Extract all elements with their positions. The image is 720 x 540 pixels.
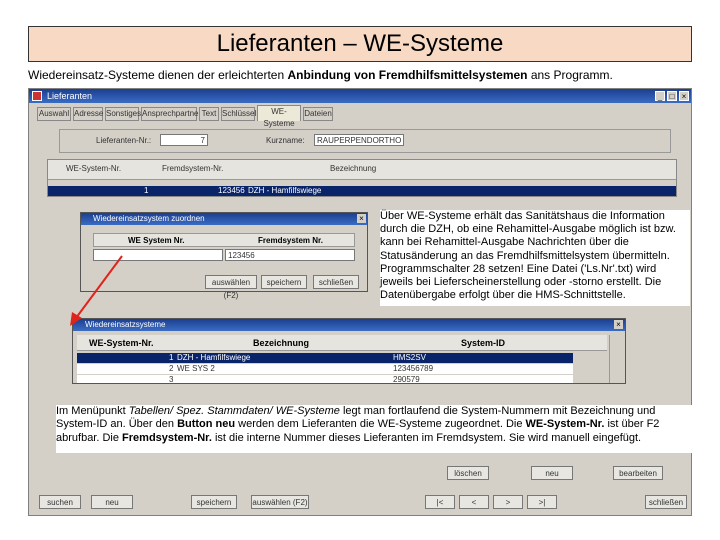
info-bottom-p3: werden dem Lieferanten die WE-Systeme zu… [235, 418, 526, 431]
pointer-arrow-icon [70, 255, 123, 326]
maximize-icon[interactable]: □ [667, 91, 677, 101]
tab-schluessel[interactable]: Schlüssel [221, 107, 256, 121]
systems-row-nr: 3 [169, 375, 174, 383]
grid-col-we-nr: WE-System-Nr. [66, 164, 122, 173]
systems-row-id: 290579 [393, 375, 420, 383]
systems-row-id: HMS2SV [393, 353, 426, 362]
grid-header: WE-System-Nr. Fremdsystem-Nr. Bezeichnun… [48, 160, 676, 180]
prev-record-button[interactable]: < [459, 495, 489, 509]
grid-cell-nr: 1 [144, 186, 149, 195]
info-bottom-text: Im Menüpunkt Tabellen/ Spez. Stammdaten/… [56, 405, 692, 453]
save-button-main[interactable]: speichern [191, 495, 237, 509]
info-bottom-menu-path: Tabellen/ Spez. Stammdaten/ WE-Systeme [128, 405, 340, 417]
grid-cell-bez: DZH - Hamfilfswiege [248, 186, 322, 195]
dialog-assign-close-icon[interactable]: × [357, 214, 366, 223]
window-title: Lieferanten [47, 91, 93, 101]
dialog-we-systems: Wiedereinsatzsysteme × WE-System-Nr. Bez… [72, 318, 626, 384]
dialog-systems-row[interactable]: 2 WE SYS 2 123456789 [77, 364, 573, 374]
first-record-button[interactable]: |< [425, 495, 455, 509]
dialog-systems-titlebar: Wiedereinsatzsysteme [73, 319, 625, 331]
systems-row-nr: 2 [169, 364, 174, 373]
dialog-systems-col-nr: WE-System-Nr. [89, 338, 154, 348]
systems-row-bez: DZH - Hamfilfswiege [177, 353, 251, 362]
minimize-icon[interactable]: _ [655, 91, 665, 101]
dialog-systems-header: WE-System-Nr. Bezeichnung System-ID [77, 335, 607, 351]
dialog-systems-col-id: System-ID [461, 338, 506, 348]
supplier-header-group: Lieferanten-Nr.: 7 Kurzname: RAUPERPENDO… [59, 129, 671, 153]
dialog-assign-fremd-field[interactable]: 123456 [225, 249, 355, 261]
grid-col-bezeichnung: Bezeichnung [330, 164, 377, 173]
tab-ansprechpartner[interactable]: Ansprechpartner [141, 107, 201, 121]
dialog-systems-scrollbar[interactable] [609, 335, 623, 383]
shortname-label: Kurzname: [266, 136, 305, 145]
we-systems-grid: WE-System-Nr. Fremdsystem-Nr. Bezeichnun… [47, 159, 677, 197]
info-bottom-p5: ist die interne Nummer dieses Lieferante… [211, 431, 642, 444]
dialog-assign-close-button[interactable]: schließen [313, 275, 359, 289]
dialog-assign-col-we: WE System Nr. [128, 236, 185, 245]
edit-button[interactable]: bearbeiten [613, 466, 663, 480]
window-titlebar: Lieferanten [29, 89, 691, 103]
grid-col-fremd-nr: Fremdsystem-Nr. [162, 164, 224, 173]
search-button[interactable]: suchen [39, 495, 81, 509]
intro-suffix: ans Programm. [527, 68, 613, 82]
intro-prefix: Wiedereinsatz-Systeme dienen der erleich… [28, 68, 288, 82]
grid-cell-fremd: 123456 [218, 186, 245, 195]
dialog-assign-save-button[interactable]: speichern [261, 275, 307, 289]
tab-dateien[interactable]: Dateien [303, 107, 333, 121]
shortname-field[interactable]: RAUPERPENDORTHO [314, 134, 404, 146]
tab-we-systeme[interactable]: WE-Systeme [257, 105, 301, 128]
tab-auswahl[interactable]: Auswahl [37, 107, 71, 121]
info-bottom-button-neu: Button neu [177, 418, 236, 431]
info-bottom-we-nr: WE-System-Nr. [525, 418, 605, 431]
dialog-assign-titlebar: Wiedereinsatzsystem zuordnen [81, 213, 367, 225]
dialog-assign-select-button[interactable]: auswählen (F2) [205, 275, 257, 300]
grid-row-selected[interactable]: 1 123456 DZH - Hamfilfswiege [48, 186, 676, 196]
info-right-text: Über WE-Systeme erhält das Sanitätshaus … [380, 210, 690, 306]
tab-text[interactable]: Text [199, 107, 219, 121]
close-icon[interactable]: × [679, 91, 689, 101]
new-button-grid[interactable]: neu [531, 466, 573, 480]
intro-bold: Anbindung von Fremdhilfsmittelsystemen [287, 68, 528, 82]
slide-title: Lieferanten – WE-Systeme [28, 26, 692, 62]
tab-adresse[interactable]: Adresse [73, 107, 103, 121]
info-bottom-fremd-nr: Fremdsystem-Nr. [122, 431, 212, 444]
supplier-no-field[interactable]: 7 [160, 134, 208, 146]
dialog-systems-row[interactable]: 1 DZH - Hamfilfswiege HMS2SV [77, 353, 573, 363]
dialog-assign-col-fremd: Fremdsystem Nr. [258, 236, 323, 245]
systems-row-id: 123456789 [393, 364, 434, 373]
tab-sonstiges[interactable]: Sonstiges [105, 107, 141, 121]
info-bottom-p1: Im Menüpunkt [56, 405, 129, 417]
systems-row-nr: 1 [169, 353, 174, 362]
systems-row-bez: WE SYS 2 [177, 364, 215, 373]
dialog-systems-close-icon[interactable]: × [614, 320, 623, 329]
last-record-button[interactable]: >| [527, 495, 557, 509]
delete-button[interactable]: löschen [447, 466, 489, 480]
next-record-button[interactable]: > [493, 495, 523, 509]
dialog-assign-header: WE System Nr. Fremdsystem Nr. [93, 233, 355, 247]
app-icon [32, 91, 42, 101]
new-button-main[interactable]: neu [91, 495, 133, 509]
supplier-no-label: Lieferanten-Nr.: [96, 136, 152, 145]
intro-text: Wiedereinsatz-Systeme dienen der erleich… [28, 68, 708, 82]
dialog-systems-col-bez: Bezeichnung [253, 338, 310, 348]
dialog-systems-row[interactable]: 3 290579 [77, 375, 573, 383]
select-button-main[interactable]: auswählen (F2) [251, 495, 309, 509]
close-button-main[interactable]: schließen [645, 495, 687, 509]
